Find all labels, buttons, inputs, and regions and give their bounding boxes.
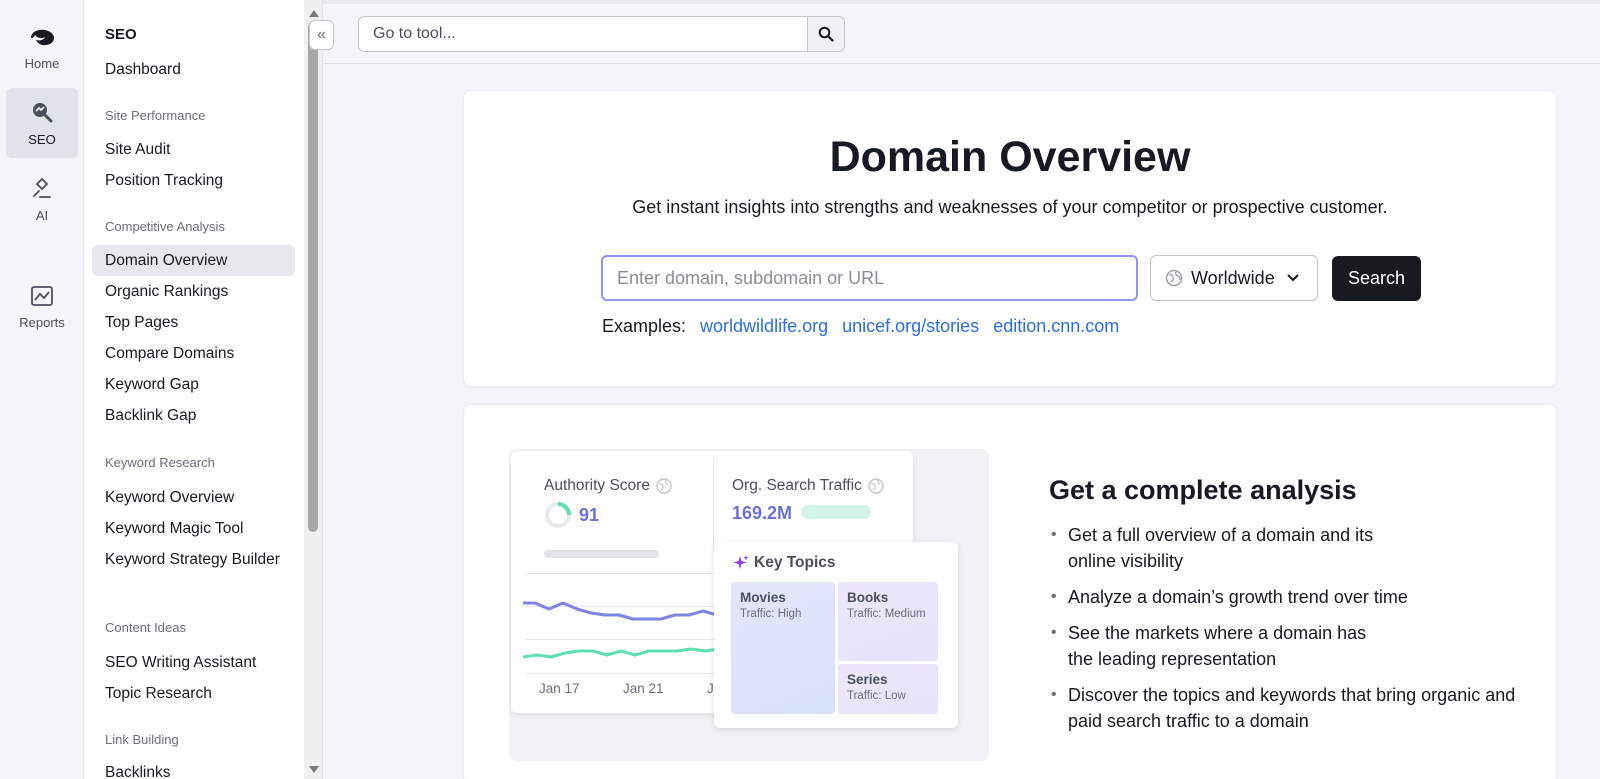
- nav-link-backlinks[interactable]: Backlinks: [92, 757, 295, 779]
- collapse-sidebar-button[interactable]: «: [309, 20, 334, 50]
- topic-traffic: Traffic: High: [740, 608, 802, 620]
- scroll-up-arrow-icon[interactable]: [309, 10, 319, 17]
- topic-tile-movies: Movies Traffic: High: [731, 582, 835, 714]
- nav-section-content-ideas: Content Ideas: [105, 620, 186, 635]
- list-item: Analyze a domain’s growth trend over tim…: [1049, 584, 1529, 610]
- analysis-bullets: Get a full overview of a domain and its …: [1049, 522, 1529, 744]
- list-item: Discover the topics and keywords that br…: [1049, 682, 1529, 734]
- placeholder-bar: [544, 550, 659, 558]
- traffic-bar: [801, 505, 871, 519]
- nav-link-dashboard[interactable]: Dashboard: [92, 54, 295, 85]
- nav-title: SEO: [105, 26, 137, 43]
- nav-section-link-building: Link Building: [105, 732, 179, 747]
- nav-link-keyword-gap[interactable]: Keyword Gap: [92, 369, 295, 400]
- topic-name: Books: [847, 590, 889, 605]
- examples-label: Examples:: [602, 316, 687, 336]
- page-title: Domain Overview: [829, 133, 1191, 181]
- topic-traffic: Traffic: Low: [847, 690, 906, 702]
- domain-input[interactable]: [601, 255, 1138, 301]
- sparkle-icon: [733, 555, 749, 569]
- list-item: Get a full overview of a domain and its …: [1049, 522, 1409, 574]
- topic-traffic: Traffic: Medium: [847, 608, 926, 620]
- rail-item-reports[interactable]: Reports: [6, 272, 78, 342]
- example-link[interactable]: worldwildlife.org: [700, 316, 828, 337]
- nav-link-seo-writing-assistant[interactable]: SEO Writing Assistant: [92, 647, 295, 678]
- green-trend-line: [523, 647, 723, 659]
- authority-score-value: 91: [579, 505, 600, 525]
- rail-item-home[interactable]: Home: [6, 14, 78, 84]
- x-tick-label: Jan 21: [623, 681, 664, 696]
- search-icon: [818, 26, 834, 42]
- go-to-tool-input[interactable]: [358, 16, 810, 52]
- org-search-traffic-text: Org. Search Traffic: [732, 477, 862, 494]
- semrush-logo-icon: [31, 29, 54, 45]
- nav-section-competitive-analysis: Competitive Analysis: [105, 219, 225, 234]
- nav-link-position-tracking[interactable]: Position Tracking: [92, 165, 295, 196]
- org-search-traffic-label: Org. Search Traffic: [732, 477, 884, 495]
- complete-analysis-card: Authority Score 91 Org. Search Traffic 1…: [463, 404, 1557, 779]
- authority-score-label: Authority Score: [544, 477, 672, 495]
- nav-link-backlink-gap[interactable]: Backlink Gap: [92, 400, 295, 431]
- trend-lines-graphic: [523, 601, 723, 659]
- nav-link-organic-rankings[interactable]: Organic Rankings: [92, 276, 295, 307]
- seo-nav-sidebar: SEO Dashboard Site Performance Site Audi…: [84, 0, 304, 779]
- topic-name: Series: [847, 672, 888, 687]
- key-topics-title: Key Topics: [732, 554, 836, 572]
- authority-score-text: Authority Score: [544, 477, 650, 494]
- examples-row: Examples: worldwildlife.org unicef.org/s…: [602, 316, 1119, 337]
- topic-name: Movies: [740, 590, 786, 605]
- globe-icon: [656, 478, 672, 494]
- example-link[interactable]: unicef.org/stories: [842, 316, 979, 337]
- search-button[interactable]: Search: [1332, 256, 1421, 301]
- topic-tile-books: Books Traffic: Medium: [838, 582, 938, 661]
- org-search-traffic-value: 169.2M: [732, 503, 793, 523]
- authority-score-donut-icon: [545, 502, 571, 528]
- reports-chart-icon: [31, 285, 53, 306]
- globe-icon: [868, 478, 884, 494]
- rail-item-seo[interactable]: SEO: [6, 88, 78, 158]
- nav-link-domain-overview[interactable]: Domain Overview: [92, 245, 295, 276]
- nav-link-top-pages[interactable]: Top Pages: [92, 307, 295, 338]
- scrollbar-thumb[interactable]: [308, 22, 318, 532]
- rail-label: Home: [24, 55, 60, 71]
- nav-link-keyword-overview[interactable]: Keyword Overview: [92, 482, 295, 513]
- region-value: Worldwide: [1191, 267, 1275, 288]
- region-select[interactable]: Worldwide: [1150, 255, 1318, 301]
- nav-link-topic-research[interactable]: Topic Research: [92, 678, 295, 709]
- globe-icon: [1165, 269, 1183, 287]
- domain-overview-illustration: Authority Score 91 Org. Search Traffic 1…: [509, 449, 989, 761]
- nav-section-site-performance: Site Performance: [105, 108, 206, 123]
- icon-rail: Home SEO AI Reports: [0, 0, 84, 779]
- go-to-tool-search-button[interactable]: [807, 16, 845, 52]
- chevron-down-icon: [1286, 274, 1299, 282]
- scroll-down-arrow-icon[interactable]: [309, 766, 319, 773]
- rail-label: AI: [35, 207, 49, 223]
- nav-link-keyword-strategy-builder[interactable]: Keyword Strategy Builder: [92, 548, 295, 594]
- rail-label: SEO: [28, 131, 56, 147]
- list-item: See the markets where a domain has the l…: [1049, 620, 1389, 672]
- divider: [713, 459, 714, 549]
- x-tick-label: J: [707, 681, 714, 696]
- topic-tile-series: Series Traffic: Low: [838, 664, 938, 714]
- blue-trend-line: [523, 601, 723, 621]
- seo-magnifier-icon: [33, 102, 53, 122]
- ai-sparkle-icon: [33, 177, 51, 198]
- x-tick-label: Jan 17: [539, 681, 580, 696]
- key-topics-text: Key Topics: [754, 554, 836, 571]
- analysis-title: Get a complete analysis: [1049, 475, 1357, 505]
- rail-label: Reports: [19, 314, 65, 330]
- nav-link-keyword-magic-tool[interactable]: Keyword Magic Tool: [92, 513, 295, 544]
- nav-section-keyword-research: Keyword Research: [105, 455, 215, 470]
- example-link[interactable]: edition.cnn.com: [993, 316, 1119, 337]
- domain-overview-search-card: Domain Overview Get instant insights int…: [463, 90, 1557, 387]
- key-topics-panel: Key Topics Movies Traffic: High Books Tr…: [714, 542, 958, 728]
- page-subtitle: Get instant insights into strengths and …: [632, 197, 1388, 217]
- nav-link-compare-domains[interactable]: Compare Domains: [92, 338, 295, 369]
- nav-link-site-audit[interactable]: Site Audit: [92, 134, 295, 165]
- rail-item-ai[interactable]: AI: [6, 164, 78, 234]
- double-chevron-left-icon: «: [317, 26, 326, 43]
- divider: [322, 0, 323, 779]
